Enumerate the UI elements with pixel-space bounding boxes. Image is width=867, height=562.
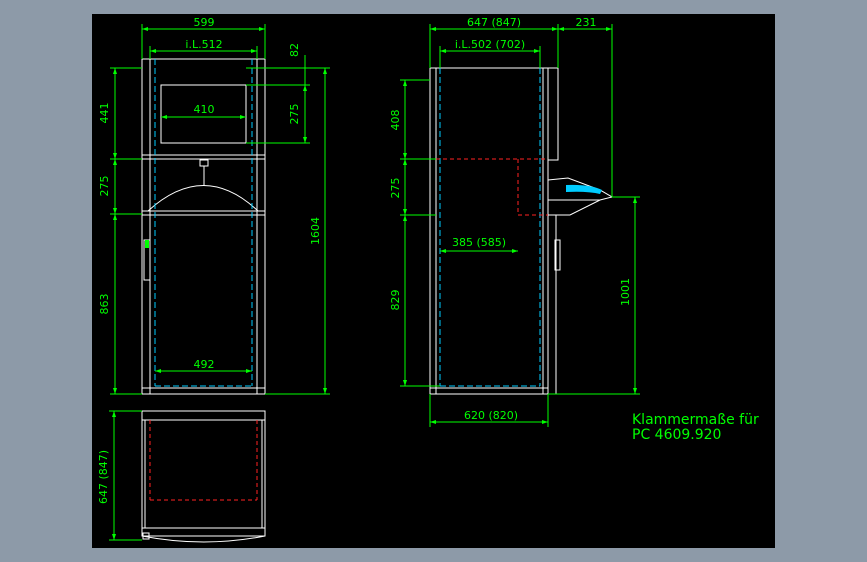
dim-side-middle-height: 275 bbox=[389, 178, 402, 199]
app-window: 599 i.L.512 410 492 82 275 441 275 863 1… bbox=[0, 0, 867, 562]
dim-top-offset: 82 bbox=[288, 43, 301, 57]
side-top-housing bbox=[547, 67, 559, 161]
front-lock-icon bbox=[145, 240, 149, 248]
front-view: 599 i.L.512 410 492 82 275 441 275 863 1… bbox=[98, 16, 330, 395]
dim-side-extra-depth: 231 bbox=[576, 16, 597, 29]
side-paper-sheet bbox=[566, 184, 602, 194]
top-view: 647 (847) bbox=[97, 410, 266, 543]
dim-window-height: 275 bbox=[288, 104, 301, 125]
note-line-1: Klammermaße für bbox=[632, 412, 759, 428]
dim-side-depth: 647 (847) bbox=[467, 16, 521, 29]
dim-window-width: 410 bbox=[194, 103, 215, 116]
dim-side-upper-height: 408 bbox=[389, 110, 402, 131]
dim-front-middle-height: 275 bbox=[98, 176, 111, 197]
front-upper-divider bbox=[141, 154, 266, 160]
dim-side-lower-height: 829 bbox=[389, 290, 402, 311]
dim-front-width: 599 bbox=[194, 16, 215, 29]
side-body-outline bbox=[429, 67, 549, 395]
front-arc-opening bbox=[147, 185, 259, 212]
dim-front-lower-height: 863 bbox=[98, 294, 111, 315]
dim-front-overall-height: 1604 bbox=[309, 217, 322, 245]
note-line-2: PC 4609.920 bbox=[632, 427, 721, 443]
dim-side-inner-depth: i.L.502 (702) bbox=[455, 38, 525, 51]
dim-handle-height: 1001 bbox=[619, 278, 632, 306]
top-body-outline bbox=[141, 410, 266, 537]
dim-front-upper-height: 441 bbox=[98, 103, 111, 124]
dim-bottom-width: 492 bbox=[194, 358, 215, 371]
drawing-note: Klammermaße für PC 4609.920 bbox=[632, 412, 759, 443]
side-view: 647 (847) 231 i.L.502 (702) 408 275 829 … bbox=[389, 16, 640, 427]
dim-top-depth: 647 (847) bbox=[97, 450, 110, 504]
dim-base-depth: 620 (820) bbox=[464, 409, 518, 422]
cad-drawing-canvas[interactable]: 599 i.L.512 410 492 82 275 441 275 863 1… bbox=[92, 14, 775, 548]
front-sensor bbox=[199, 159, 209, 167]
side-paper-tray bbox=[547, 177, 614, 216]
front-lower-divider bbox=[141, 210, 266, 216]
drawing-svg: 599 i.L.512 410 492 82 275 441 275 863 1… bbox=[97, 16, 759, 543]
dim-front-inner-width: i.L.512 bbox=[185, 38, 222, 51]
dim-tray-depth: 385 (585) bbox=[452, 236, 506, 249]
